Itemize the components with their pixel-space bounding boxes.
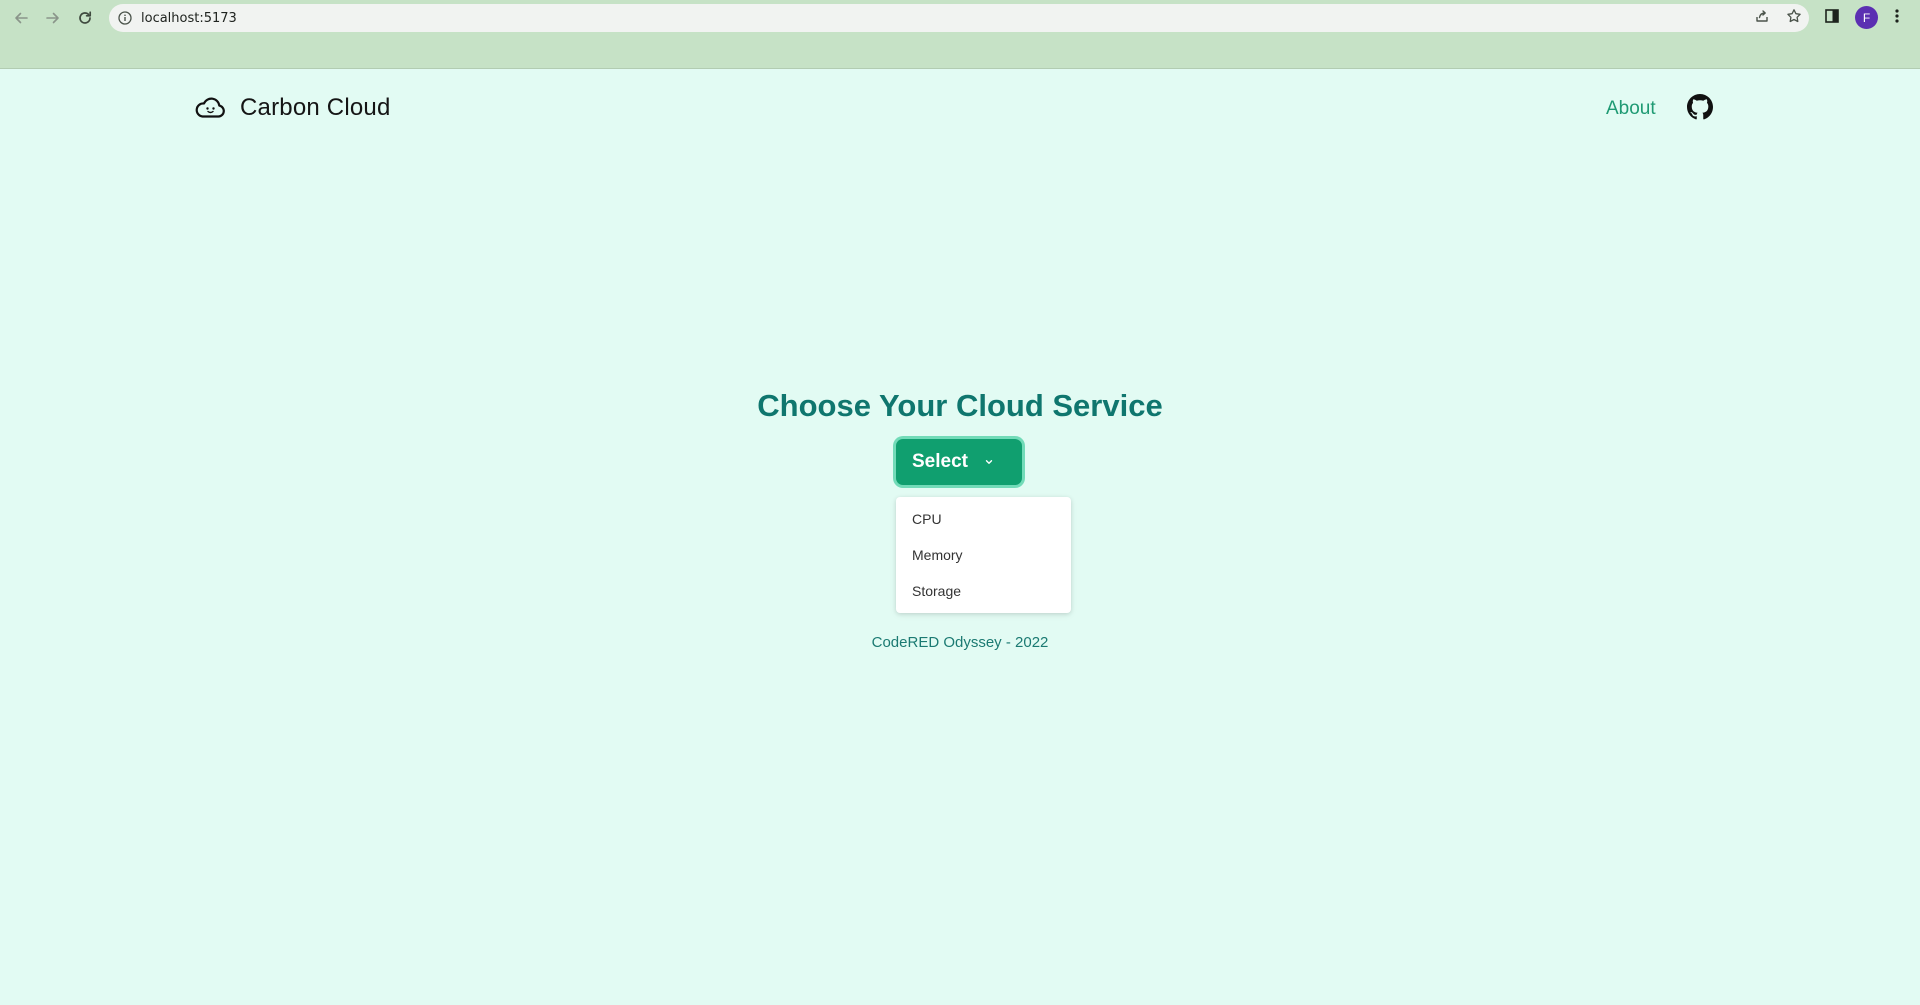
address-bar[interactable]: localhost:5173 bbox=[109, 4, 1809, 32]
menu-item-cpu[interactable]: CPU bbox=[896, 501, 1071, 537]
forward-arrow-icon[interactable] bbox=[41, 6, 65, 30]
footer-text: CodeRED Odyssey - 2022 bbox=[871, 634, 1049, 651]
github-icon[interactable] bbox=[1687, 94, 1713, 120]
chevron-down-icon bbox=[984, 456, 996, 468]
star-icon[interactable] bbox=[1784, 6, 1804, 26]
reload-icon[interactable] bbox=[73, 6, 97, 30]
menu-item-storage[interactable]: Storage bbox=[896, 573, 1071, 609]
back-arrow-icon[interactable] bbox=[9, 6, 33, 30]
site-name: Carbon Cloud bbox=[240, 94, 391, 121]
select-button-label: Select bbox=[912, 451, 968, 472]
about-link[interactable]: About bbox=[1606, 98, 1656, 120]
profile-avatar[interactable]: F bbox=[1855, 6, 1878, 29]
kebab-menu-icon[interactable] bbox=[1887, 6, 1907, 26]
cloud-icon bbox=[194, 95, 226, 121]
page-title: Choose Your Cloud Service bbox=[757, 388, 1163, 423]
share-icon[interactable] bbox=[1752, 6, 1772, 26]
side-panel-icon[interactable] bbox=[1822, 6, 1842, 26]
browser-toolbar: localhost:5173 F bbox=[0, 0, 1920, 69]
info-icon[interactable] bbox=[118, 11, 132, 25]
menu-item-memory[interactable]: Memory bbox=[896, 537, 1071, 573]
site-logo[interactable]: Carbon Cloud bbox=[194, 94, 391, 122]
service-select-button[interactable]: Select bbox=[896, 439, 1022, 485]
service-dropdown-menu: CPU Memory Storage bbox=[896, 497, 1071, 613]
url-text[interactable]: localhost:5173 bbox=[141, 11, 237, 26]
